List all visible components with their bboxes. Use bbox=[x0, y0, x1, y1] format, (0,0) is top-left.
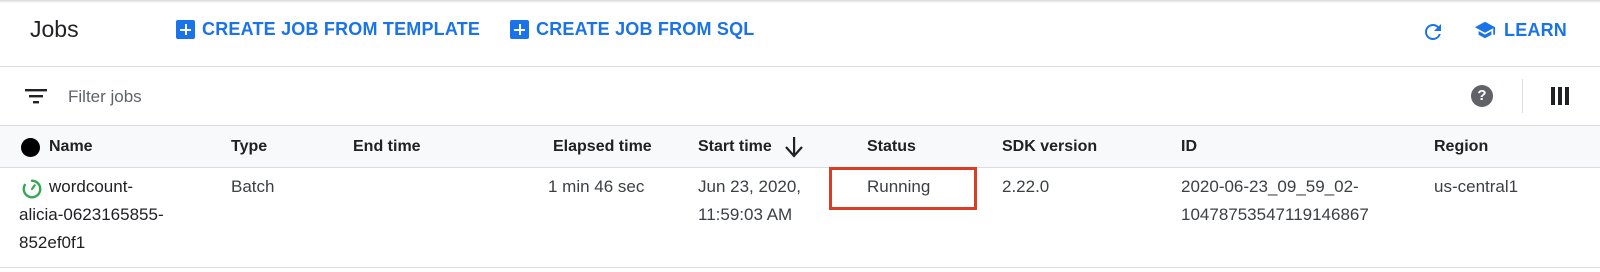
column-header-status[interactable]: Status bbox=[867, 138, 916, 156]
job-id-line: 2020-06-23_09_59_02- bbox=[1181, 177, 1359, 196]
page-header: Jobs CREATE JOB FROM TEMPLATE CREATE JOB… bbox=[0, 0, 1600, 67]
start-time-line: 11:59:03 AM bbox=[698, 205, 793, 224]
status-highlight-box bbox=[829, 167, 977, 210]
job-elapsed-time: 1 min 46 sec bbox=[548, 177, 645, 196]
create-job-from-sql-button[interactable]: CREATE JOB FROM SQL bbox=[510, 19, 754, 40]
column-header-sdk-version[interactable]: SDK version bbox=[1002, 138, 1097, 156]
job-type: Batch bbox=[231, 177, 275, 196]
column-header-name[interactable]: Name bbox=[49, 138, 93, 156]
learn-label: LEARN bbox=[1504, 19, 1567, 40]
job-id: 2020-06-23_09_59_02- 1047875354711914686… bbox=[1181, 173, 1369, 229]
column-view-icon[interactable] bbox=[1551, 87, 1569, 105]
create-job-from-template-label: CREATE JOB FROM TEMPLATE bbox=[202, 19, 481, 39]
table-row[interactable]: wordcount- alicia-0623165855- 852ef0f1 B… bbox=[0, 167, 1600, 268]
column-header-elapsed-time[interactable]: Elapsed time bbox=[553, 138, 652, 156]
filter-list-icon[interactable] bbox=[25, 87, 47, 105]
column-header-region[interactable]: Region bbox=[1434, 138, 1488, 156]
filter-jobs-input[interactable] bbox=[66, 81, 670, 113]
school-icon bbox=[1474, 21, 1496, 39]
job-region: us-central1 bbox=[1434, 177, 1519, 196]
add-box-icon bbox=[176, 20, 195, 39]
page-title: Jobs bbox=[30, 16, 79, 42]
toolbar-divider bbox=[1522, 79, 1523, 113]
column-header-start-time[interactable]: Start time bbox=[698, 138, 772, 156]
job-start-time: Jun 23, 2020, 11:59:03 AM bbox=[698, 173, 801, 229]
job-name-line: 852ef0f1 bbox=[19, 233, 86, 252]
job-name-line: wordcount- bbox=[49, 177, 134, 196]
job-name-line: alicia-0623165855- bbox=[19, 205, 164, 224]
create-job-from-template-button[interactable]: CREATE JOB FROM TEMPLATE bbox=[176, 19, 480, 40]
job-name-link[interactable]: wordcount- alicia-0623165855- 852ef0f1 bbox=[19, 173, 194, 257]
job-id-line: 10478753547119146867 bbox=[1181, 205, 1369, 224]
create-job-from-sql-label: CREATE JOB FROM SQL bbox=[536, 19, 755, 39]
column-header-type[interactable]: Type bbox=[231, 138, 267, 156]
refresh-icon[interactable] bbox=[1421, 20, 1445, 44]
column-header-end-time[interactable]: End time bbox=[353, 138, 421, 156]
add-box-icon bbox=[510, 20, 529, 39]
help-icon[interactable]: ? bbox=[1471, 85, 1493, 107]
job-sdk-version: 2.22.0 bbox=[1002, 177, 1050, 196]
filter-bar: ? bbox=[0, 67, 1600, 126]
column-header-id[interactable]: ID bbox=[1181, 138, 1197, 156]
sort-descending-arrow-icon[interactable] bbox=[784, 136, 804, 158]
start-time-line: Jun 23, 2020, bbox=[698, 177, 802, 196]
learn-button[interactable]: LEARN bbox=[1474, 19, 1567, 41]
status-column-icon bbox=[21, 138, 40, 157]
